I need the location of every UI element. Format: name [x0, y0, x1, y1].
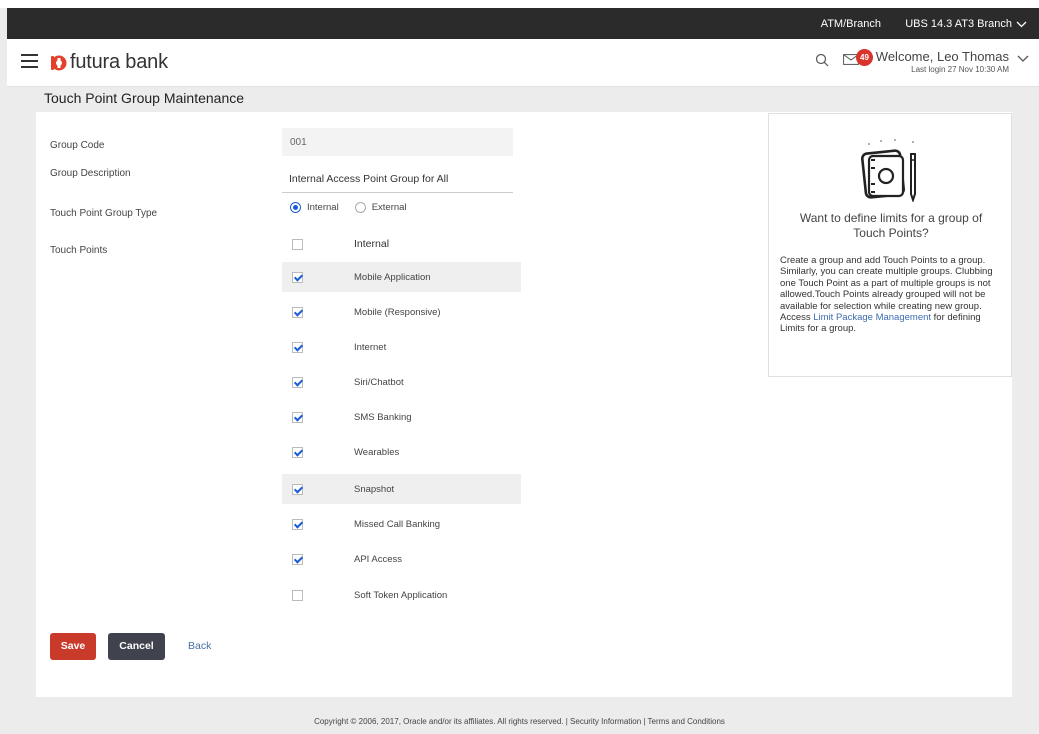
- window-edge: [0, 0, 1039, 8]
- touch-point-row: Mobile (Responsive): [282, 297, 521, 327]
- touch-point-row: Soft Token Application: [282, 580, 521, 610]
- touch-point-row: Wearables: [282, 437, 521, 467]
- touch-point-name: SMS Banking: [354, 411, 412, 423]
- back-link[interactable]: Back: [188, 640, 211, 652]
- group-type-radio-group: Internal External: [290, 202, 423, 213]
- touch-point-checkbox[interactable]: [292, 483, 303, 495]
- cancel-button[interactable]: Cancel: [108, 633, 165, 660]
- touch-point-checkbox[interactable]: [292, 341, 303, 353]
- entity-label: ATM/Branch: [820, 18, 881, 30]
- touch-point-row: Internet: [282, 332, 521, 362]
- touch-point-checkbox[interactable]: [292, 376, 303, 388]
- touch-point-row: Mobile Application: [282, 262, 521, 292]
- brand-name: futura bank: [70, 51, 168, 73]
- touch-point-name: Wearables: [354, 446, 400, 458]
- touch-point-name: API Access: [354, 553, 403, 565]
- help-text: Create a group and add Touch Points to a…: [780, 255, 1006, 335]
- touch-point-row: API Access: [282, 544, 521, 574]
- touch-points-label: Touch Points: [50, 245, 108, 256]
- touch-point-name: Mobile (Responsive): [354, 306, 441, 318]
- save-button[interactable]: Save: [50, 633, 96, 660]
- branch-label: UBS 14.3 AT3 Branch: [905, 18, 1012, 30]
- touch-point-row: Siri/Chatbot: [282, 367, 521, 397]
- touch-point-name: Mobile Application: [354, 271, 431, 283]
- top-bar: ATM/Branch UBS 14.3 AT3 Branch: [7, 8, 1039, 39]
- help-panel: Want to define limits for a group of Tou…: [768, 113, 1012, 377]
- touch-point-name: Soft Token Application: [354, 589, 448, 601]
- touch-point-name: Siri/Chatbot: [354, 376, 404, 388]
- menu-icon[interactable]: [21, 54, 38, 68]
- group-code-field: 001: [282, 128, 513, 156]
- touch-point-checkbox[interactable]: [292, 411, 303, 423]
- help-title: Want to define limits for a group of Tou…: [799, 211, 983, 240]
- group-description-input[interactable]: Internal Access Point Group for All: [282, 168, 513, 193]
- radio-external[interactable]: [354, 202, 366, 213]
- group-description-label: Group Description: [50, 168, 131, 179]
- notebook-icon: [860, 139, 916, 202]
- radio-external-label: External: [371, 202, 407, 213]
- touch-points-header-row: Internal: [282, 229, 521, 259]
- touch-point-checkbox[interactable]: [292, 271, 303, 283]
- brand-logo[interactable]: futura bank: [49, 51, 168, 74]
- notification-badge[interactable]: 49: [856, 49, 873, 66]
- touch-point-name: Snapshot: [354, 483, 395, 495]
- group-code-label: Group Code: [50, 140, 105, 151]
- touch-point-checkbox[interactable]: [292, 518, 303, 530]
- branch-selector[interactable]: UBS 14.3 AT3 Branch: [905, 18, 1027, 30]
- futura-logo-icon: [51, 55, 67, 70]
- app-header: futura bank 49 Welcome, Leo Thomas Last …: [7, 39, 1039, 87]
- radio-internal[interactable]: [290, 202, 301, 213]
- touch-point-row: Missed Call Banking: [282, 509, 521, 539]
- touch-point-checkbox[interactable]: [292, 306, 303, 318]
- welcome-text: Welcome, Leo Thomas: [875, 49, 1009, 64]
- touch-point-name: Missed Call Banking: [354, 518, 441, 530]
- chevron-down-icon: [1016, 21, 1027, 27]
- search-icon[interactable]: [815, 53, 829, 67]
- touch-point-row: Snapshot: [282, 474, 521, 504]
- select-all-checkbox[interactable]: [292, 238, 303, 250]
- touch-point-checkbox[interactable]: [292, 446, 303, 458]
- last-login-text: Last login 27 Nov 10:30 AM: [911, 65, 1009, 74]
- chevron-down-icon[interactable]: [1017, 55, 1029, 63]
- touch-point-checkbox[interactable]: [292, 553, 303, 565]
- user-info[interactable]: Welcome, Leo Thomas Last login 27 Nov 10…: [876, 49, 1009, 74]
- limit-package-management-link[interactable]: Limit Package Management: [813, 312, 931, 323]
- touch-points-header: Internal: [354, 238, 390, 250]
- group-type-label: Touch Point Group Type: [50, 208, 158, 219]
- page-title: Touch Point Group Maintenance: [44, 90, 245, 106]
- radio-internal-label: Internal: [307, 202, 339, 213]
- touch-point-row: SMS Banking: [282, 402, 521, 432]
- touch-point-name: Internet: [354, 341, 387, 353]
- touch-point-checkbox[interactable]: [292, 589, 303, 601]
- footer: Copyright © 2006, 2017, Oracle and/or it…: [314, 717, 725, 726]
